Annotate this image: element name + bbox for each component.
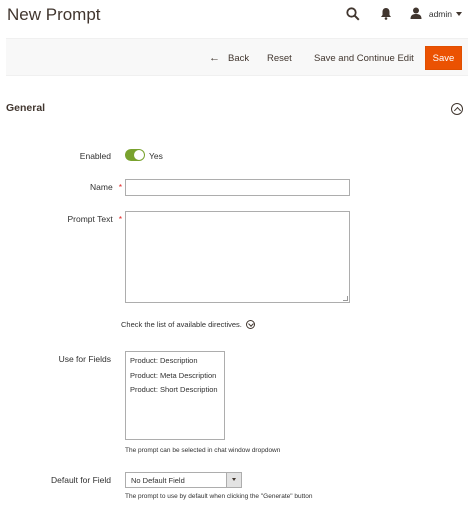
select-value: No Default Field (131, 476, 185, 485)
reset-button[interactable]: Reset (267, 39, 292, 77)
admin-header-actions: admin (346, 5, 462, 23)
required-marker: * (118, 182, 122, 192)
arrow-left-icon: ← (209, 52, 220, 64)
enabled-value: Yes (149, 151, 163, 161)
use-for-fields-note: The prompt can be selected in chat windo… (125, 447, 281, 454)
enabled-label: Enabled (79, 151, 111, 161)
directives-text: Check the list of available directives. (121, 320, 242, 329)
section-title-general[interactable]: General (6, 102, 45, 114)
use-for-fields-multiselect[interactable]: Product: Description Product: Meta Descr… (125, 351, 225, 440)
admin-user-menu[interactable]: admin (429, 9, 452, 19)
page-actions-bar: ← Back Reset Save and Continue Edit Save (6, 38, 468, 76)
use-for-fields-label: Use for Fields (58, 354, 111, 364)
multiselect-option[interactable]: Product: Description (130, 354, 220, 369)
resize-handle-icon[interactable] (343, 296, 348, 301)
required-marker: * (118, 214, 122, 224)
save-button[interactable]: Save (425, 46, 462, 70)
name-label-text: Name (90, 182, 113, 192)
enabled-toggle[interactable] (125, 149, 145, 161)
default-for-field-note: The prompt to use by default when clicki… (125, 493, 313, 500)
multiselect-option[interactable]: Product: Meta Description (130, 369, 220, 384)
default-for-field-label: Default for Field (51, 475, 111, 485)
bell-icon[interactable] (380, 7, 394, 21)
user-icon[interactable] (410, 7, 424, 21)
directives-toggle[interactable]: Check the list of available directives. (121, 320, 255, 329)
collapse-section-icon[interactable] (451, 103, 463, 115)
expand-circle-icon (245, 320, 255, 329)
page-title: New Prompt (7, 5, 101, 24)
search-icon[interactable] (346, 7, 360, 21)
caret-down-icon[interactable] (456, 12, 462, 16)
prompt-text-label-text: Prompt Text (67, 214, 113, 224)
save-and-continue-button[interactable]: Save and Continue Edit (314, 39, 414, 77)
default-for-field-select[interactable]: No Default Field (125, 472, 242, 488)
toggle-knob (134, 150, 144, 160)
back-button-label: Back (228, 52, 250, 64)
name-label: Name * (40, 182, 122, 192)
multiselect-option[interactable]: Product: Short Description (130, 383, 220, 398)
prompt-text-label: Prompt Text * (30, 214, 122, 224)
chevron-down-icon (232, 478, 236, 481)
back-button[interactable]: ← Back (209, 39, 249, 77)
select-arrow-button (226, 473, 241, 487)
prompt-text-textarea[interactable] (125, 211, 350, 303)
name-input[interactable] (125, 179, 350, 196)
